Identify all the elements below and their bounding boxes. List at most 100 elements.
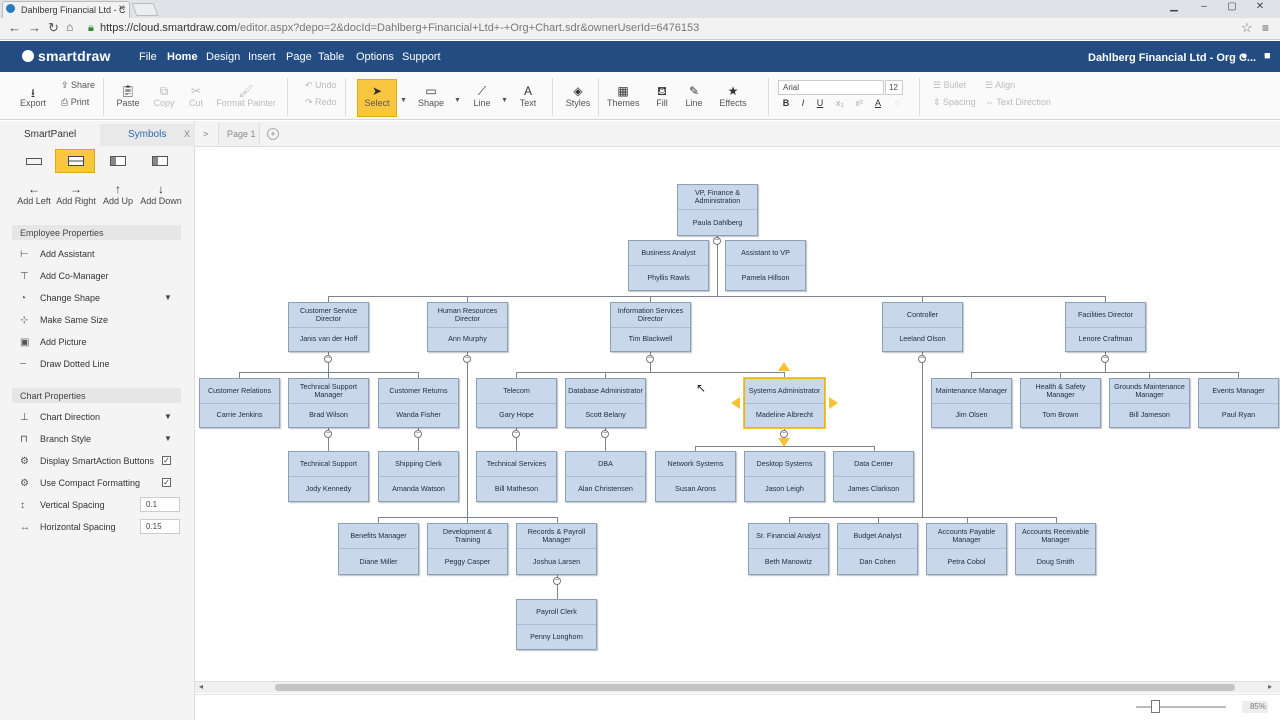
drawing-canvas[interactable]: VP, Finance & Administration Paula Dahlbe… — [195, 147, 1280, 680]
line-tool-button[interactable]: ⟋ Line — [470, 84, 494, 108]
org-node-sr-financial-analyst[interactable]: Sr. Financial Analyst Beth Manowitz — [748, 523, 829, 575]
chart-properties-header[interactable]: Chart Properties — [12, 388, 181, 403]
org-node-maintenance-manager[interactable]: Maintenance Manager Jim Olsen — [931, 378, 1012, 428]
scrollbar-thumb[interactable] — [275, 684, 1235, 691]
menu-insert[interactable]: Insert — [248, 51, 276, 63]
styles-button[interactable]: ◈ Styles — [564, 84, 592, 108]
menu-options[interactable]: Options — [356, 51, 394, 63]
collapse-toggle-icon[interactable]: − — [414, 430, 422, 438]
scroll-left-icon[interactable]: ◂ — [199, 682, 203, 691]
add-page-icon[interactable]: + — [267, 128, 279, 140]
add-right-button[interactable]: → Add Right — [54, 182, 98, 206]
close-tab-icon[interactable]: ✕ — [118, 3, 126, 14]
org-node-health-safety-manager[interactable]: Health & Safety Manager Tom Brown — [1020, 378, 1101, 428]
org-node-technical-support[interactable]: Technical Support Jody Kennedy — [288, 451, 369, 502]
zoom-slider-track[interactable] — [1136, 706, 1226, 708]
add-right-arrow-icon[interactable] — [829, 397, 838, 409]
shape-title-name-option[interactable] — [55, 149, 95, 173]
subscript-button[interactable]: x₂ — [833, 98, 847, 108]
org-node-desktop-systems[interactable]: Desktop Systems Jason Leigh — [744, 451, 825, 502]
org-node-dba[interactable]: DBA Alan Christensen — [565, 451, 646, 502]
shape-tool-button[interactable]: ▭ Shape — [416, 84, 446, 108]
add-left-arrow-icon[interactable] — [731, 397, 740, 409]
add-down-arrow-icon[interactable] — [778, 438, 790, 447]
bold-button[interactable]: B — [779, 98, 793, 108]
font-color-button[interactable]: A — [871, 98, 885, 108]
browser-tab[interactable]: Dahlberg Financial Ltd - C — [2, 1, 130, 18]
org-node-budget-analyst[interactable]: Budget Analyst Dan Cohen — [837, 523, 918, 575]
text-direction-button[interactable]: ⇔ Text Direction — [985, 97, 1051, 107]
org-node-technical-support-manager[interactable]: Technical Support Manager Brad Wilson — [288, 378, 369, 428]
org-node-systems-administrator[interactable]: Systems Administrator Madeline Albrecht — [744, 378, 825, 428]
spacing-button[interactable]: ⇕ Spacing — [933, 97, 976, 108]
add-left-button[interactable]: ← Add Left — [12, 182, 56, 206]
page-tab[interactable]: Page 1 — [218, 123, 260, 145]
horizontal-spacing-input[interactable]: 0.15 — [140, 519, 180, 534]
collapse-toggle-icon[interactable]: − — [324, 355, 332, 363]
menu-support[interactable]: Support — [402, 51, 441, 63]
align-button[interactable]: ☰ Align — [985, 80, 1015, 91]
org-node-information-services-director[interactable]: Information Services Director Tim Blackwe… — [610, 302, 691, 352]
org-node-business-analyst[interactable]: Business Analyst Phyllis Rawls — [628, 240, 709, 291]
url-field[interactable]: https://cloud.smartdraw.com/editor.aspx?… — [100, 22, 699, 34]
line-style-button[interactable]: ✎ Line — [683, 84, 705, 108]
shape-dropdown-icon[interactable]: ▼ — [454, 97, 461, 104]
add-up-button[interactable]: ↑ Add Up — [96, 182, 140, 206]
org-node-facilities-director[interactable]: Facilities Director Lenore Craftman — [1065, 302, 1146, 352]
close-window-icon[interactable]: ✕ — [1246, 1, 1274, 12]
org-node-records-payroll-manager[interactable]: Records & Payroll Manager Joshua Larsen — [516, 523, 597, 575]
document-title[interactable]: Dahlberg Financial Ltd - Org C... — [1088, 52, 1256, 64]
menu-table[interactable]: Table — [318, 51, 344, 63]
collapse-toggle-icon[interactable]: − — [601, 430, 609, 438]
browser-menu-icon[interactable]: ≡ — [1262, 21, 1269, 35]
zoom-slider-handle[interactable] — [1151, 700, 1160, 713]
add-down-button[interactable]: ↓ Add Down — [139, 182, 183, 206]
org-node-human-resources-director[interactable]: Human Resources Director Ann Murphy — [427, 302, 508, 352]
collapse-toggle-icon[interactable]: − — [463, 355, 471, 363]
select-dropdown-icon[interactable]: ▼ — [400, 97, 407, 104]
minimize-icon[interactable]: ▁ — [1160, 1, 1188, 12]
close-panel-icon[interactable]: X — [184, 129, 190, 139]
org-node-grounds-maintenance-manager[interactable]: Grounds Maintenance Manager Bill Jameson — [1109, 378, 1190, 428]
employee-properties-header[interactable]: Employee Properties — [12, 225, 181, 240]
undo-button[interactable]: ↶ Undo — [305, 80, 337, 91]
shape-plain-box-option[interactable] — [13, 149, 53, 173]
org-node-shipping-clerk[interactable]: Shipping Clerk Amanda Watson — [378, 451, 459, 502]
back-icon[interactable]: ← — [8, 20, 21, 35]
org-node-database-administrator[interactable]: Database Administrator Scott Belany — [565, 378, 646, 428]
collapse-toggle-icon[interactable]: − — [780, 430, 788, 438]
menu-file[interactable]: File — [139, 51, 157, 63]
fill-button[interactable]: ⛾ Fill — [651, 84, 673, 108]
paste-button[interactable]: 📋︎ Paste — [116, 84, 140, 108]
org-node-accounts-receivable-manager[interactable]: Accounts Receivable Manager Doug Smith — [1015, 523, 1096, 575]
superscript-button[interactable]: x² — [852, 98, 866, 108]
tab-symbols[interactable]: Symbols — [100, 124, 195, 146]
redo-button[interactable]: ↷ Redo — [305, 97, 337, 108]
org-node-assistant-to-vp[interactable]: Assistant to VP Pamela Hillson — [725, 240, 806, 291]
themes-button[interactable]: ▦ Themes — [607, 84, 640, 108]
underline-button[interactable]: U — [813, 98, 827, 108]
org-node-events-manager[interactable]: Events Manager Paul Ryan — [1198, 378, 1279, 428]
copy-button[interactable]: ⧉ Copy — [152, 84, 176, 108]
menu-design[interactable]: Design — [206, 51, 240, 63]
effects-button[interactable]: ★ Effects — [718, 84, 748, 108]
collapse-toggle-icon[interactable]: − — [918, 355, 926, 363]
tab-smartpanel[interactable]: SmartPanel — [0, 124, 100, 146]
print-button[interactable]: ⎙ Print — [61, 97, 89, 108]
org-node-development-training[interactable]: Development & Training Peggy Casper — [427, 523, 508, 575]
more-icon[interactable]: ■ — [1264, 50, 1271, 62]
collapse-toggle-icon[interactable]: − — [553, 577, 561, 585]
line-dropdown-icon[interactable]: ▼ — [501, 97, 508, 104]
scroll-right-icon[interactable]: ▸ — [1268, 682, 1272, 691]
org-node-benefits-manager[interactable]: Benefits Manager Diane Miller — [338, 523, 419, 575]
share-button[interactable]: ⇪ Share — [61, 80, 95, 91]
collapse-toggle-icon[interactable]: − — [512, 430, 520, 438]
bullet-button[interactable]: ☰ Bullet — [933, 80, 966, 91]
org-node-payroll-clerk[interactable]: Payroll Clerk Penny Longhorn — [516, 599, 597, 650]
export-button[interactable]: ⭳ Export — [20, 84, 46, 108]
shape-picture-left-option[interactable] — [97, 149, 137, 173]
format-painter-button[interactable]: 🖌︎ Format Painter — [214, 84, 278, 108]
zoom-level[interactable]: 85% — [1242, 701, 1268, 713]
org-node-network-systems[interactable]: Network Systems Susan Arons — [655, 451, 736, 502]
org-node-customer-relations[interactable]: Customer Relations Carrie Jenkins — [199, 378, 280, 428]
